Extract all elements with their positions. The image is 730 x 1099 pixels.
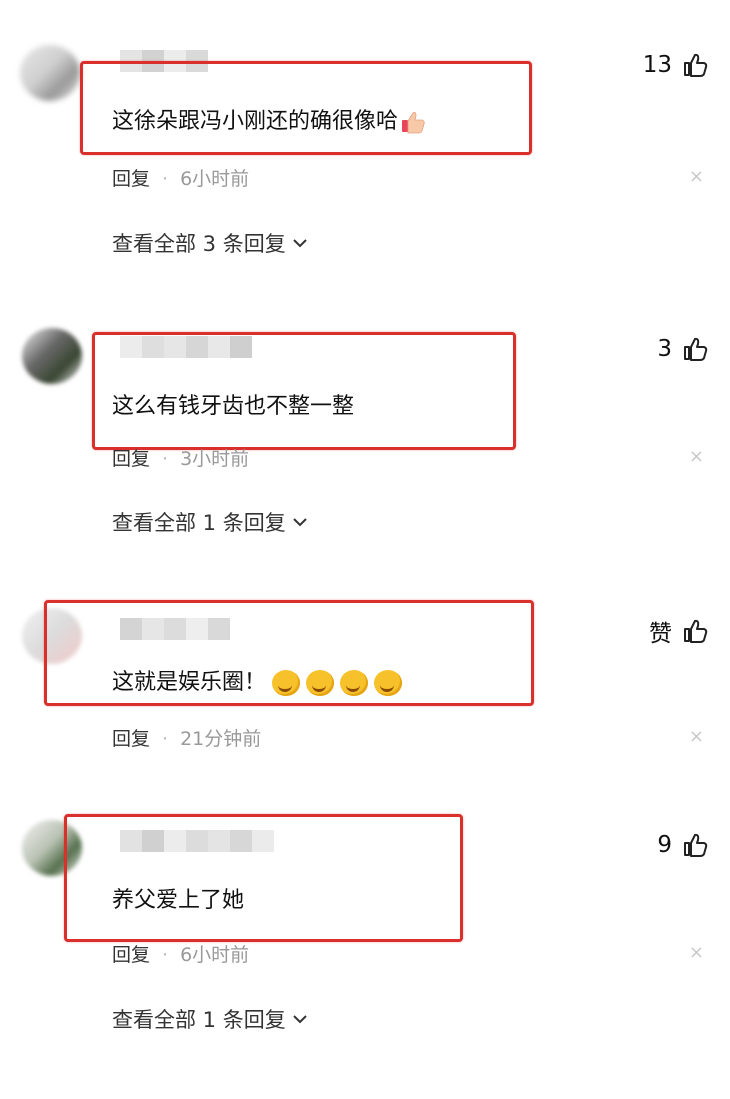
view-replies-link[interactable]: 查看全部 1 条回复 <box>112 507 308 537</box>
close-icon[interactable]: × <box>689 942 704 963</box>
separator-dot: · <box>162 168 169 190</box>
close-icon[interactable]: × <box>689 726 704 747</box>
like-button[interactable]: 9 <box>657 832 708 858</box>
close-icon[interactable]: × <box>689 446 704 467</box>
separator-dot: · <box>162 448 169 470</box>
thumbs-up-icon <box>684 619 708 643</box>
comment-meta: 回复 · 6小时前 <box>112 164 249 191</box>
highlight-box <box>44 600 534 706</box>
highlight-box <box>64 814 463 942</box>
like-count: 3 <box>657 336 672 362</box>
like-button[interactable]: 赞 <box>649 614 708 648</box>
like-count: 9 <box>657 832 672 858</box>
thumbs-up-icon <box>684 833 708 857</box>
chevron-down-icon <box>293 239 307 248</box>
reply-button[interactable]: 回复 <box>112 944 150 966</box>
avatar[interactable] <box>20 45 80 101</box>
reply-button[interactable]: 回复 <box>112 728 150 750</box>
timestamp: 6小时前 <box>180 944 250 966</box>
like-count: 赞 <box>649 621 672 647</box>
avatar[interactable] <box>22 328 82 384</box>
separator-dot: · <box>162 944 169 966</box>
thumbs-up-icon <box>684 53 708 77</box>
highlight-box <box>92 332 516 450</box>
like-button[interactable]: 3 <box>657 336 708 362</box>
comment-meta: 回复 · 3小时前 <box>112 444 249 471</box>
timestamp: 21分钟前 <box>180 728 262 750</box>
chevron-down-icon <box>293 1015 307 1024</box>
like-count: 13 <box>642 52 672 78</box>
timestamp: 6小时前 <box>180 168 250 190</box>
like-button[interactable]: 13 <box>643 52 708 78</box>
reply-button[interactable]: 回复 <box>112 448 150 470</box>
timestamp: 3小时前 <box>180 448 250 470</box>
chevron-down-icon <box>293 518 307 527</box>
highlight-box <box>80 61 532 155</box>
thumbs-up-icon <box>684 337 708 361</box>
separator-dot: · <box>162 728 169 750</box>
view-replies-link[interactable]: 查看全部 1 条回复 <box>112 1004 308 1034</box>
reply-button[interactable]: 回复 <box>112 168 150 190</box>
view-replies-link[interactable]: 查看全部 3 条回复 <box>112 228 308 258</box>
comment-meta: 回复 · 21分钟前 <box>112 724 261 751</box>
close-icon[interactable]: × <box>689 166 704 187</box>
comment-meta: 回复 · 6小时前 <box>112 940 249 967</box>
